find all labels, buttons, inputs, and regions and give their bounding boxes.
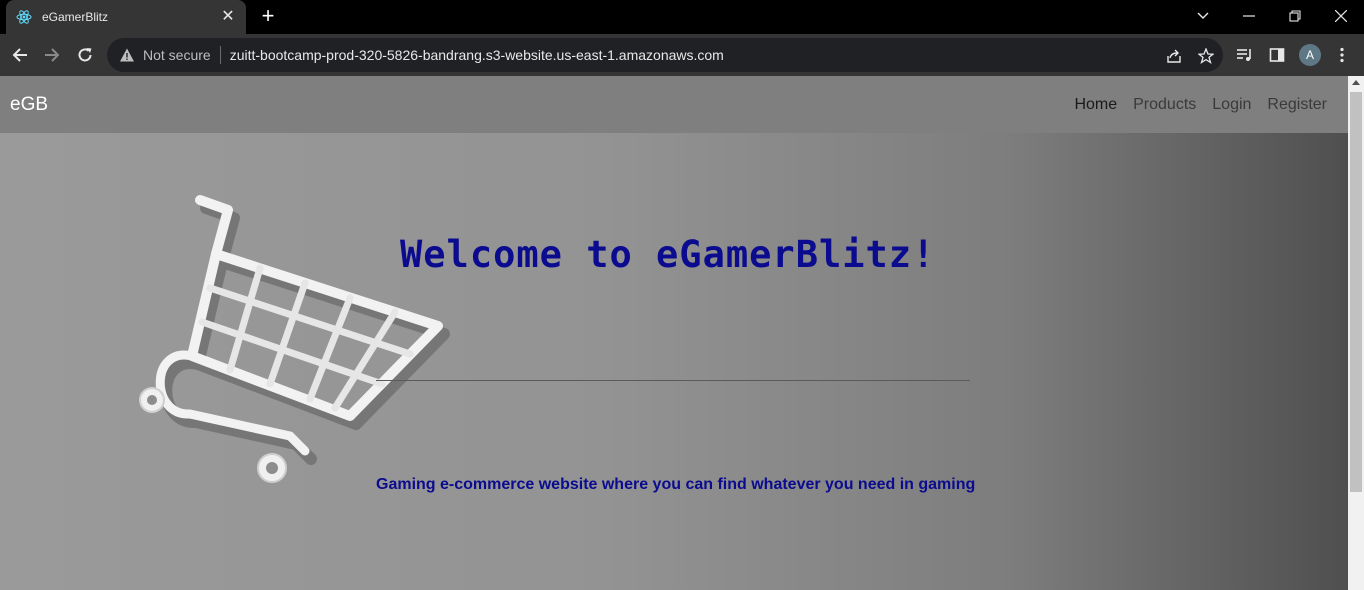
address-divider bbox=[219, 46, 221, 64]
profile-avatar[interactable]: A bbox=[1299, 44, 1321, 66]
nav-home[interactable]: Home bbox=[1074, 96, 1117, 114]
tab-title: eGamerBlitz bbox=[42, 10, 109, 24]
browser-toolbar: Not secure zuitt-bootcamp-prod-320-5826-… bbox=[0, 34, 1364, 76]
brand-logo[interactable]: eGB bbox=[10, 94, 48, 116]
hero-divider bbox=[376, 380, 970, 381]
site-navbar: eGB Home Products Login Register bbox=[0, 76, 1348, 133]
browser-tab[interactable]: eGamerBlitz ✕ bbox=[6, 0, 246, 34]
scroll-up-arrow-icon[interactable] bbox=[1352, 80, 1360, 85]
nav-products[interactable]: Products bbox=[1133, 96, 1196, 114]
side-panel-icon[interactable] bbox=[1266, 44, 1288, 66]
address-bar[interactable]: Not secure zuitt-bootcamp-prod-320-5826-… bbox=[107, 38, 1223, 72]
browser-tab-strip: eGamerBlitz ✕ + bbox=[0, 0, 1364, 34]
hero-subtitle: Gaming e-commerce website where you can … bbox=[376, 476, 976, 493]
hero-title: Welcome to eGamerBlitz! bbox=[400, 233, 936, 276]
tab-search-icon[interactable] bbox=[1180, 0, 1226, 32]
page-scrollbar[interactable] bbox=[1348, 76, 1364, 590]
more-menu-icon[interactable] bbox=[1331, 44, 1353, 66]
page-content: eGB Home Products Login Register Welcome… bbox=[0, 76, 1348, 590]
react-icon bbox=[16, 9, 32, 25]
nav-register[interactable]: Register bbox=[1267, 96, 1327, 114]
reload-icon[interactable] bbox=[72, 42, 98, 68]
restore-icon[interactable] bbox=[1272, 0, 1318, 32]
url-text[interactable]: zuitt-bootcamp-prod-320-5826-bandrang.s3… bbox=[230, 47, 724, 63]
nav-login[interactable]: Login bbox=[1212, 96, 1251, 114]
security-label[interactable]: Not secure bbox=[143, 47, 211, 63]
close-tab-icon[interactable]: ✕ bbox=[220, 9, 236, 25]
scroll-thumb[interactable] bbox=[1350, 92, 1362, 492]
forward-arrow-icon[interactable] bbox=[39, 42, 65, 68]
bookmark-star-icon[interactable] bbox=[1196, 46, 1216, 66]
minimize-icon[interactable] bbox=[1226, 0, 1272, 32]
close-window-icon[interactable] bbox=[1318, 0, 1364, 32]
back-arrow-icon[interactable] bbox=[7, 42, 33, 68]
nav-links: Home Products Login Register bbox=[1074, 96, 1327, 114]
new-tab-button[interactable]: + bbox=[256, 4, 280, 28]
media-queue-icon[interactable] bbox=[1234, 44, 1256, 66]
share-icon[interactable] bbox=[1164, 46, 1184, 66]
warning-icon[interactable] bbox=[119, 47, 135, 63]
